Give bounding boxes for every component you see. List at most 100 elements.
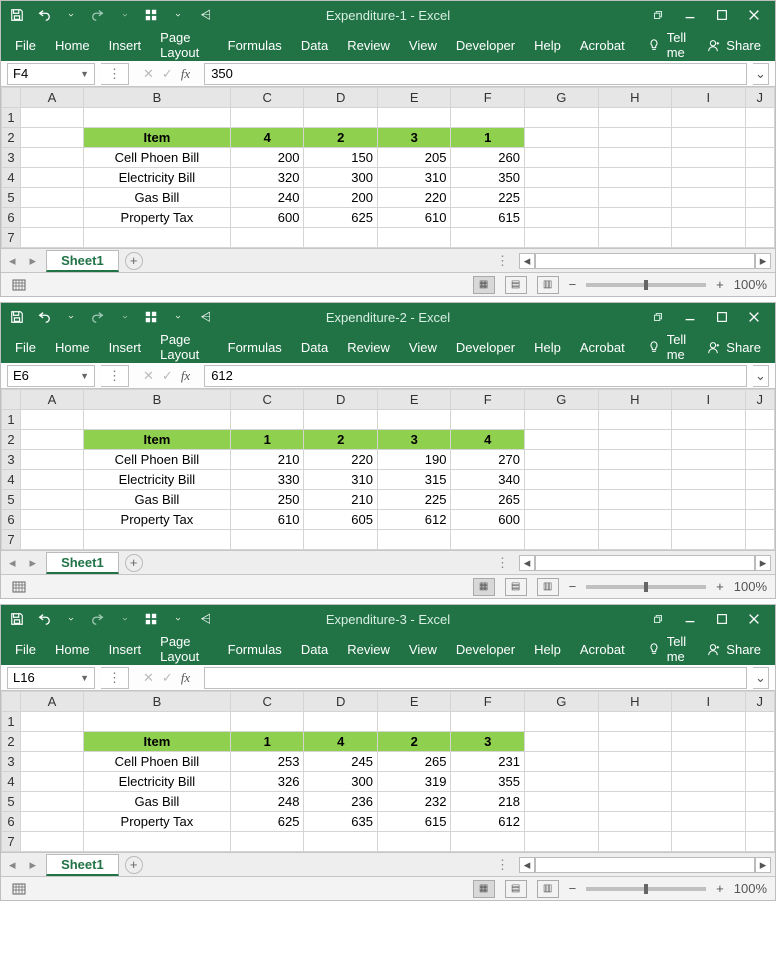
cell[interactable] (598, 430, 672, 450)
tab-acrobat[interactable]: Acrobat (572, 636, 633, 663)
cell[interactable]: 3 (451, 732, 525, 752)
cell[interactable] (83, 228, 230, 248)
col-header[interactable]: A (20, 390, 83, 410)
redo-icon[interactable] (89, 308, 106, 326)
worksheet-grid[interactable]: ABCDEFGHIJ12Item14233Cell Phoen Bill2532… (1, 691, 775, 852)
zoom-out-icon[interactable]: − (569, 277, 577, 292)
cell[interactable]: 225 (377, 490, 451, 510)
row-header[interactable]: 6 (2, 812, 21, 832)
normal-view-icon[interactable]: ▦ (473, 578, 495, 596)
cell[interactable]: 245 (304, 752, 378, 772)
cell[interactable]: 270 (451, 450, 525, 470)
new-sheet-icon[interactable]: + (125, 252, 143, 270)
tab-home[interactable]: Home (47, 32, 98, 59)
cell[interactable]: 350 (451, 168, 525, 188)
minimize-icon[interactable] (683, 310, 697, 324)
cell[interactable]: 615 (377, 812, 451, 832)
minimize-icon[interactable] (683, 8, 697, 22)
cell[interactable] (20, 792, 83, 812)
sheet-nav-next-icon[interactable]: ▸ (26, 253, 41, 269)
cell[interactable] (672, 732, 746, 752)
cell[interactable]: 210 (304, 490, 378, 510)
col-header[interactable]: B (83, 88, 230, 108)
cell[interactable] (672, 752, 746, 772)
cell[interactable] (377, 410, 451, 430)
cell[interactable] (598, 128, 672, 148)
cell[interactable] (451, 108, 525, 128)
share-button[interactable]: Share (698, 38, 769, 53)
cancel-icon[interactable]: ✕ (143, 66, 154, 82)
cell[interactable]: 260 (451, 148, 525, 168)
cell[interactable] (83, 530, 230, 550)
minimize-icon[interactable] (683, 612, 697, 626)
tab-insert[interactable]: Insert (101, 32, 150, 59)
row-header[interactable]: 5 (2, 188, 21, 208)
chevron-down-icon[interactable]: ▼ (80, 371, 89, 381)
cell[interactable] (451, 530, 525, 550)
cell[interactable] (598, 108, 672, 128)
cell[interactable] (598, 490, 672, 510)
cell[interactable]: Gas Bill (83, 792, 230, 812)
cell[interactable]: Item (83, 128, 230, 148)
cell[interactable] (672, 832, 746, 852)
col-header[interactable]: B (83, 390, 230, 410)
tab-split-icon[interactable]: ⋮ (492, 857, 513, 873)
cell[interactable]: 615 (451, 208, 525, 228)
cell[interactable]: 319 (377, 772, 451, 792)
col-header[interactable]: C (230, 390, 304, 410)
sheet-nav-prev-icon[interactable]: ◂ (5, 253, 20, 269)
col-header[interactable]: I (672, 88, 746, 108)
cell[interactable] (20, 752, 83, 772)
cell[interactable]: 625 (304, 208, 378, 228)
cell[interactable]: 320 (230, 168, 304, 188)
tab-formulas[interactable]: Formulas (220, 32, 290, 59)
tab-formulas[interactable]: Formulas (220, 636, 290, 663)
row-header[interactable]: 5 (2, 792, 21, 812)
cell[interactable] (304, 108, 378, 128)
cell[interactable] (525, 732, 599, 752)
cell[interactable] (83, 410, 230, 430)
tab-view[interactable]: View (401, 32, 445, 59)
undo-dropdown-icon[interactable] (63, 610, 80, 628)
select-all[interactable] (2, 692, 21, 712)
zoom-slider[interactable] (586, 585, 706, 589)
new-sheet-icon[interactable]: + (125, 856, 143, 874)
tab-developer[interactable]: Developer (448, 32, 523, 59)
cell[interactable] (525, 148, 599, 168)
tab-insert[interactable]: Insert (101, 334, 150, 361)
cell[interactable] (525, 490, 599, 510)
cell[interactable] (20, 832, 83, 852)
cell[interactable] (20, 228, 83, 248)
col-header[interactable]: G (525, 88, 599, 108)
macro-record-icon[interactable] (11, 579, 27, 595)
cell[interactable]: 248 (230, 792, 304, 812)
cell[interactable] (598, 752, 672, 772)
tab-data[interactable]: Data (293, 32, 336, 59)
cell[interactable] (672, 490, 746, 510)
cell[interactable] (451, 712, 525, 732)
fx-icon[interactable]: fx (181, 368, 190, 384)
cell[interactable] (20, 208, 83, 228)
save-icon[interactable] (9, 610, 26, 628)
close-icon[interactable] (747, 310, 761, 324)
tab-home[interactable]: Home (47, 334, 98, 361)
cell[interactable] (20, 490, 83, 510)
cell[interactable] (598, 228, 672, 248)
col-header[interactable]: J (745, 88, 774, 108)
row-header[interactable]: 1 (2, 108, 21, 128)
zoom-slider[interactable] (586, 283, 706, 287)
cell[interactable]: 340 (451, 470, 525, 490)
cell[interactable] (525, 450, 599, 470)
cell[interactable]: 625 (230, 812, 304, 832)
cell[interactable]: 3 (377, 128, 451, 148)
scroll-track[interactable] (535, 555, 755, 571)
tab-acrobat[interactable]: Acrobat (572, 32, 633, 59)
col-header[interactable]: H (598, 692, 672, 712)
enter-icon[interactable]: ✓ (162, 66, 173, 82)
cell[interactable] (672, 168, 746, 188)
cell[interactable] (745, 128, 774, 148)
quick-layout-icon[interactable] (143, 610, 160, 628)
cell[interactable] (525, 228, 599, 248)
fx-icon[interactable]: fx (181, 66, 190, 82)
col-header[interactable]: F (451, 390, 525, 410)
